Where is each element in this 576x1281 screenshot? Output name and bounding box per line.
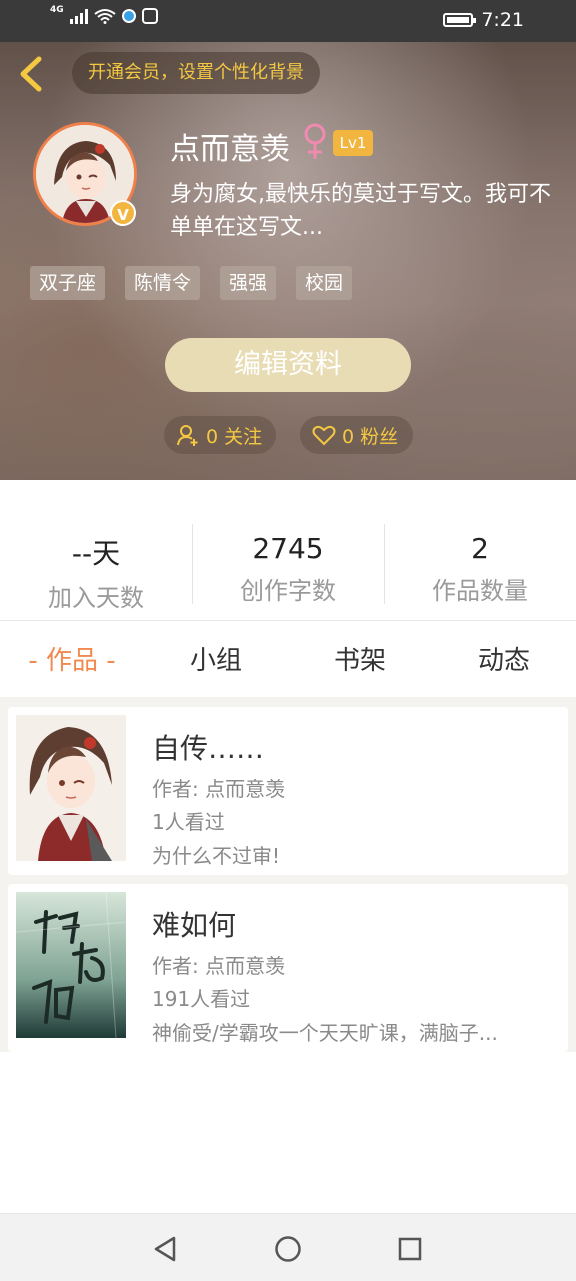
works-list: 自传…… 作者: 点而意羡 1人看过 为什么不过审! 难如何 作者: 点而意羡 … [0,697,576,1052]
hand-icon [141,8,158,24]
work-title: 自传…… [152,732,265,765]
edit-profile-button[interactable]: 编辑资料 [165,338,411,392]
status-bar: 4G 7:21 [0,0,576,42]
stat-join-days: --天 加入天数 [0,500,192,620]
back-button[interactable] [14,56,48,92]
work-summary: 神偷受/学霸攻一个天天旷课，满脑子... [152,1021,498,1045]
work-title: 难如何 [152,909,237,942]
tag: 强强 [220,266,277,300]
work-author: 作者: 点而意羡 [152,954,286,978]
stat-label: 加入天数 [48,584,144,612]
work-card[interactable]: 难如何 作者: 点而意羡 191人看过 神偷受/学霸攻一个天天旷课，满脑子... [8,884,568,1052]
work-card[interactable]: 自传…… 作者: 点而意羡 1人看过 为什么不过审! [8,707,568,875]
book-cover [16,892,126,1038]
tab-bar: - 作品 - 小组 书架 动态 [0,621,576,697]
heart-icon [312,425,336,446]
network-type: 4G [50,5,64,15]
nav-recents-icon[interactable] [395,1234,425,1264]
stat-value: 2 [471,532,489,565]
tag-list: 双子座 陈情令 强强 校园 [30,266,353,300]
tab-bookshelf[interactable]: 书架 [288,621,432,697]
book-cover-image [16,715,126,861]
work-views: 191人看过 [152,987,251,1011]
tab-activity[interactable]: 动态 [432,621,576,697]
tag: 双子座 [30,266,106,300]
stat-label: 作品数量 [432,577,528,605]
app-notification-icon [121,9,136,23]
following-count: 0 关注 [206,425,263,448]
work-views: 1人看过 [152,810,225,834]
tag: 校园 [296,266,353,300]
clock: 7:21 [481,9,524,31]
user-bio: 身为腐女,最快乐的莫过于写文。我可不单单在这写文... [170,182,551,240]
level-badge: Lv1 [333,130,373,156]
work-summary: 为什么不过审! [152,844,281,868]
stat-value: --天 [71,537,121,570]
book-cover [16,715,126,861]
stat-value: 2745 [252,532,324,565]
fans-count: 0 粉丝 [342,425,399,448]
nav-home-icon[interactable] [273,1234,303,1264]
female-icon [304,123,326,159]
battery-icon [443,13,477,27]
following-button[interactable]: 0 关注 [164,416,276,454]
wifi-icon [94,9,116,24]
tab-works[interactable]: - 作品 - [0,621,144,697]
fans-button[interactable]: 0 粉丝 [300,416,413,454]
system-nav-bar [0,1213,576,1281]
tag: 陈情令 [125,266,201,300]
chevron-left-icon [20,56,42,92]
stat-label: 创作字数 [240,577,336,605]
stat-word-count: 2745 创作字数 [192,500,384,620]
nav-back-icon[interactable] [150,1234,180,1264]
stat-works-count: 2 作品数量 [384,500,576,620]
stats-bar: --天 加入天数 2745 创作字数 2 作品数量 [0,500,576,621]
user-name: 点而意羡 [170,132,290,167]
signal-icon [69,8,88,24]
profile-header: 开通会员，设置个性化背景 V 点而意羡 Lv1 身为腐女,最快乐的莫过于写文。我… [0,42,576,480]
verified-badge: V [110,200,136,226]
book-cover-image [16,892,126,1038]
vip-banner[interactable]: 开通会员，设置个性化背景 [72,52,320,94]
tab-groups[interactable]: 小组 [144,621,288,697]
add-user-icon [177,425,198,446]
work-author: 作者: 点而意羡 [152,777,286,801]
